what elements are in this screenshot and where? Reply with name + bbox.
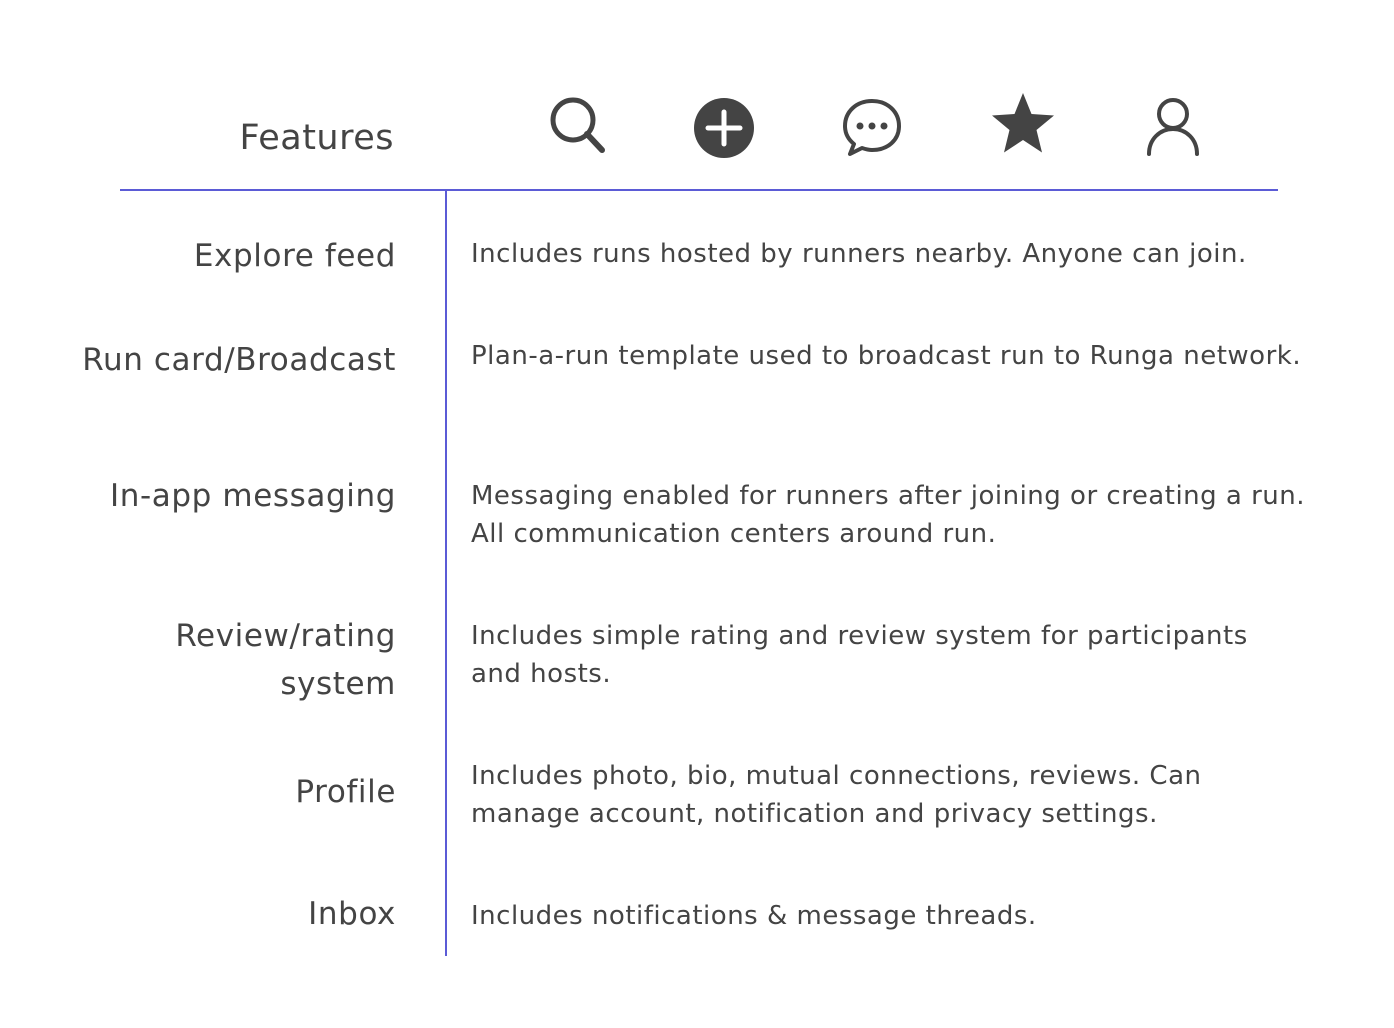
column-divider bbox=[445, 190, 447, 956]
feature-name-in-app-messaging: In-app messaging bbox=[110, 478, 396, 514]
feature-desc-explore-feed: Includes runs hosted by runners nearby. … bbox=[471, 239, 1247, 269]
search-icon bbox=[542, 90, 612, 160]
feature-name-review-rating: Review/rating system bbox=[175, 618, 396, 702]
add-circle-icon bbox=[689, 90, 759, 160]
feature-name-run-card: Run card/Broadcast bbox=[82, 342, 396, 378]
header-divider bbox=[120, 189, 1278, 191]
feature-name-profile: Profile bbox=[295, 774, 396, 810]
feature-desc-inbox: Includes notifications & message threads… bbox=[471, 901, 1037, 931]
chat-bubble-icon bbox=[837, 90, 907, 160]
feature-icon-row bbox=[0, 90, 1394, 160]
profile-icon bbox=[1138, 90, 1208, 160]
star-icon bbox=[988, 90, 1058, 160]
feature-desc-run-card: Plan-a-run template used to broadcast ru… bbox=[471, 341, 1302, 371]
feature-desc-review-rating: Includes simple rating and review system… bbox=[471, 621, 1248, 689]
feature-desc-profile: Includes photo, bio, mutual connections,… bbox=[471, 761, 1202, 829]
feature-name-inbox: Inbox bbox=[308, 896, 396, 932]
feature-desc-in-app-messaging: Messaging enabled for runners after join… bbox=[471, 481, 1306, 549]
feature-name-explore-feed: Explore feed bbox=[193, 238, 396, 274]
